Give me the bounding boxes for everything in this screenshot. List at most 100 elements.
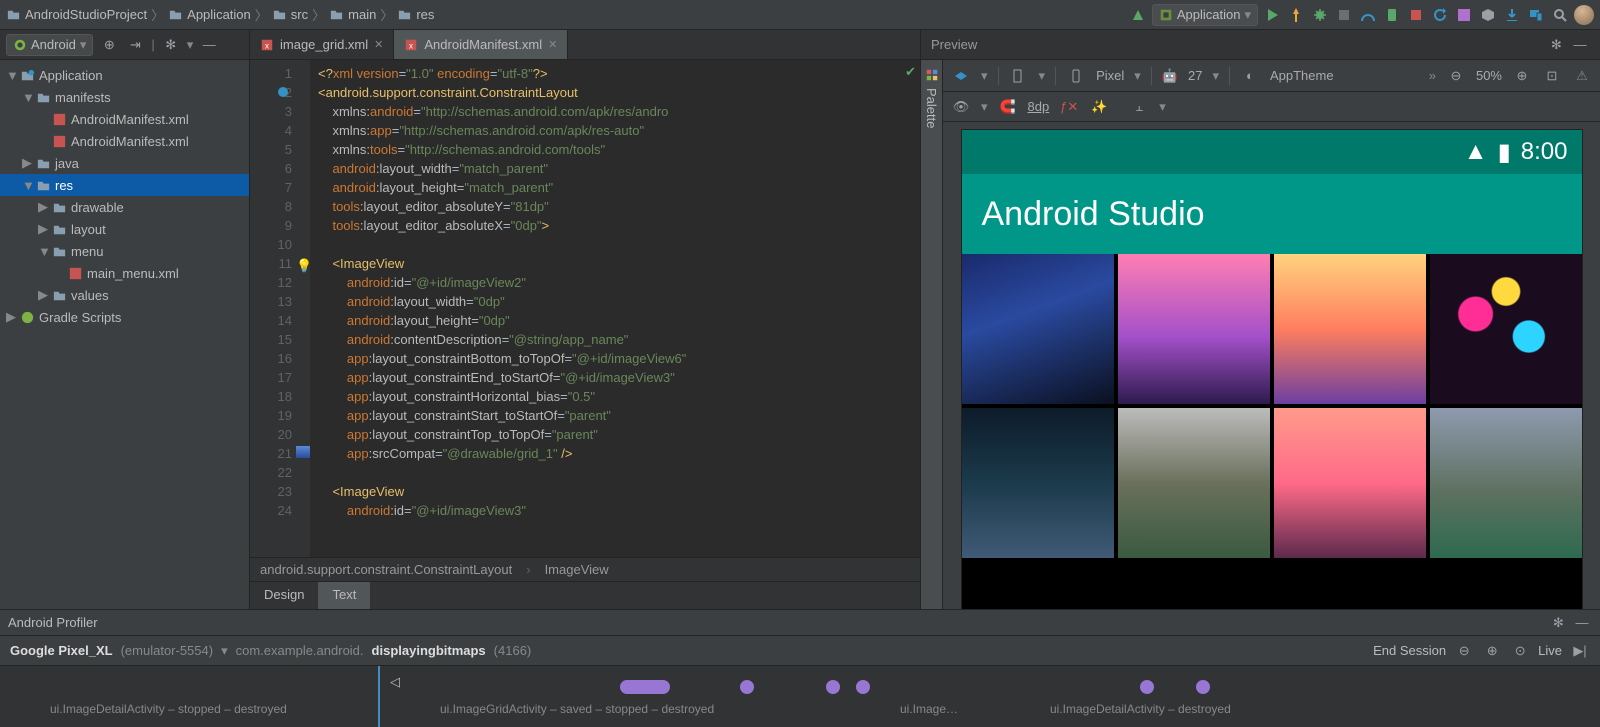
go-live-icon[interactable]: ▶|	[1570, 641, 1590, 661]
avd-manager-icon[interactable]	[1382, 5, 1402, 25]
surface-icon[interactable]	[951, 66, 971, 86]
battery-icon: ▮	[1498, 138, 1511, 167]
api-level[interactable]: 27	[1188, 68, 1202, 83]
design-text-tabs[interactable]: Design Text	[250, 581, 920, 609]
grid-image	[1274, 408, 1426, 558]
tab-text[interactable]: Text	[318, 582, 370, 609]
breadcrumb-item[interactable]: main	[329, 7, 376, 22]
tree-node[interactable]: ▼manifests	[0, 86, 249, 108]
run-icon[interactable]	[1262, 5, 1282, 25]
profiler-event-label: ui.Image…	[900, 702, 958, 716]
zoom-out-icon[interactable]: ⊖	[1446, 66, 1466, 86]
close-icon[interactable]: ✕	[374, 38, 383, 51]
preview-panel-header: Preview ✻ —	[920, 30, 1600, 59]
hide-icon[interactable]: —	[1572, 612, 1592, 632]
orientation-icon[interactable]	[1009, 66, 1029, 86]
gear-icon[interactable]: ✻	[1546, 35, 1566, 55]
breadcrumb-item[interactable]: src	[272, 7, 308, 22]
hide-icon[interactable]: —	[199, 35, 219, 55]
line-gutter: 1234567891011💡12131415161718192021222324	[250, 60, 310, 557]
profiler-event-label: ui.ImageGridActivity – saved – stopped –…	[440, 702, 714, 716]
tree-node[interactable]: ▼Application	[0, 64, 249, 86]
project-view-toolbar: Android ▾ ⊕ ⇥ | ✻ ▾ —	[0, 30, 250, 59]
tree-node[interactable]: ▶layout	[0, 218, 249, 240]
project-view-dropdown[interactable]: Android ▾	[6, 34, 93, 56]
search-icon[interactable]	[1550, 5, 1570, 25]
eye-icon[interactable]: 👁	[951, 97, 971, 117]
tree-node[interactable]: ▶java	[0, 152, 249, 174]
editor-tab[interactable]: ximage_grid.xml✕	[250, 30, 394, 59]
code-area[interactable]: <?xml version="1.0" encoding="utf-8"?><a…	[310, 60, 920, 557]
tree-node[interactable]: ▶Gradle Scripts	[0, 306, 249, 328]
devices-icon[interactable]	[1526, 5, 1546, 25]
layout-preview: Palette ▾ ▾ Pixel▾ 🤖 27▾ ◐ AppTheme » ⊖ …	[920, 60, 1600, 609]
coverage-icon[interactable]	[1334, 5, 1354, 25]
tree-node[interactable]: ▶drawable	[0, 196, 249, 218]
palette-tab[interactable]: Palette	[921, 60, 943, 609]
sdk-manager-icon[interactable]	[1478, 5, 1498, 25]
wifi-icon: ▲	[1464, 138, 1488, 166]
gear-icon[interactable]: ✻	[1548, 613, 1568, 633]
device-frame: ▲ ▮ 8:00 Android Studio	[962, 130, 1582, 609]
end-session-button[interactable]: End Session	[1373, 643, 1446, 658]
collapse-all-icon[interactable]: ⇥	[125, 35, 145, 55]
zoom-reset-icon[interactable]: ⊙	[1510, 641, 1530, 661]
magnet-icon[interactable]: 🧲	[998, 97, 1018, 117]
make-project-icon[interactable]	[1128, 5, 1148, 25]
infer-constraints-icon[interactable]: ✨	[1089, 97, 1109, 117]
profiler-icon[interactable]	[1358, 5, 1378, 25]
profiler-event-label: ui.ImageDetailActivity – stopped – destr…	[50, 702, 287, 716]
close-icon[interactable]: ✕	[548, 38, 557, 51]
app-bar: Android Studio	[962, 174, 1582, 254]
grid-image	[1274, 254, 1426, 404]
device-icon[interactable]	[1066, 66, 1086, 86]
align-icon[interactable]: ⫠	[1129, 97, 1149, 117]
tree-node[interactable]: ▶values	[0, 284, 249, 306]
zoom-fit-icon[interactable]: ⊡	[1542, 66, 1562, 86]
breadcrumb-item[interactable]: AndroidStudioProject	[6, 7, 147, 22]
debug-icon[interactable]	[1310, 5, 1330, 25]
hide-icon[interactable]: —	[1570, 34, 1590, 54]
theme-name[interactable]: AppTheme	[1270, 68, 1334, 83]
design-toolbar: 👁▾ 🧲 8dp ƒ✕ ✨ ⫠▾	[943, 92, 1600, 122]
project-tree[interactable]: ▼Application▼manifestsAndroidManifest.xm…	[0, 60, 250, 609]
profiler-device: Google Pixel_XL	[10, 643, 113, 658]
download-icon[interactable]	[1502, 5, 1522, 25]
sync-gradle-icon[interactable]	[1430, 5, 1450, 25]
layout-inspector-icon[interactable]	[1454, 5, 1474, 25]
warning-icon[interactable]: ⚠	[1572, 66, 1592, 86]
tree-node[interactable]: main_menu.xml	[0, 262, 249, 284]
tree-node[interactable]: ▼res	[0, 174, 249, 196]
gear-icon[interactable]: ✻	[161, 35, 181, 55]
tree-node[interactable]: ▼menu	[0, 240, 249, 262]
profiler-timeline[interactable]: ◁ui.ImageDetailActivity – stopped – dest…	[0, 666, 1600, 727]
android-profiler: Android Profiler ✻ — Google Pixel_XL (em…	[0, 609, 1600, 727]
zoom-out-icon[interactable]: ⊖	[1454, 641, 1474, 661]
stop-icon[interactable]	[1406, 5, 1426, 25]
preview-toolbar: ▾ ▾ Pixel▾ 🤖 27▾ ◐ AppTheme » ⊖ 50% ⊕ ⊡ …	[943, 60, 1600, 92]
run-configuration-dropdown[interactable]: Application ▾	[1152, 4, 1258, 26]
code-editor[interactable]: 1234567891011💡12131415161718192021222324…	[250, 60, 920, 609]
inspection-ok-icon: ✔	[905, 64, 916, 80]
grid-image	[962, 408, 1114, 558]
apply-changes-icon[interactable]	[1286, 5, 1306, 25]
breadcrumb-item[interactable]: Application	[168, 7, 251, 22]
profiler-event-label: ui.ImageDetailActivity – destroyed	[1050, 702, 1231, 716]
clear-constraints-icon[interactable]: ƒ✕	[1059, 97, 1079, 117]
live-button[interactable]: Live	[1538, 643, 1562, 658]
zoom-in-icon[interactable]: ⊕	[1482, 641, 1502, 661]
device-name[interactable]: Pixel	[1096, 68, 1124, 83]
xml-breadcrumb[interactable]: android.support.constraint.ConstraintLay…	[250, 557, 920, 581]
tab-design[interactable]: Design	[250, 582, 318, 609]
profiler-title: Android Profiler	[8, 615, 98, 630]
grid-image	[962, 254, 1114, 404]
default-margin[interactable]: 8dp	[1028, 99, 1050, 114]
theme-icon[interactable]: ◐	[1240, 66, 1260, 86]
scroll-from-source-icon[interactable]: ⊕	[99, 35, 119, 55]
zoom-in-icon[interactable]: ⊕	[1512, 66, 1532, 86]
breadcrumb-item[interactable]: res	[397, 7, 434, 22]
tree-node[interactable]: AndroidManifest.xml	[0, 130, 249, 152]
user-avatar[interactable]	[1574, 5, 1594, 25]
editor-tab[interactable]: xAndroidManifest.xml✕	[394, 30, 568, 59]
tree-node[interactable]: AndroidManifest.xml	[0, 108, 249, 130]
